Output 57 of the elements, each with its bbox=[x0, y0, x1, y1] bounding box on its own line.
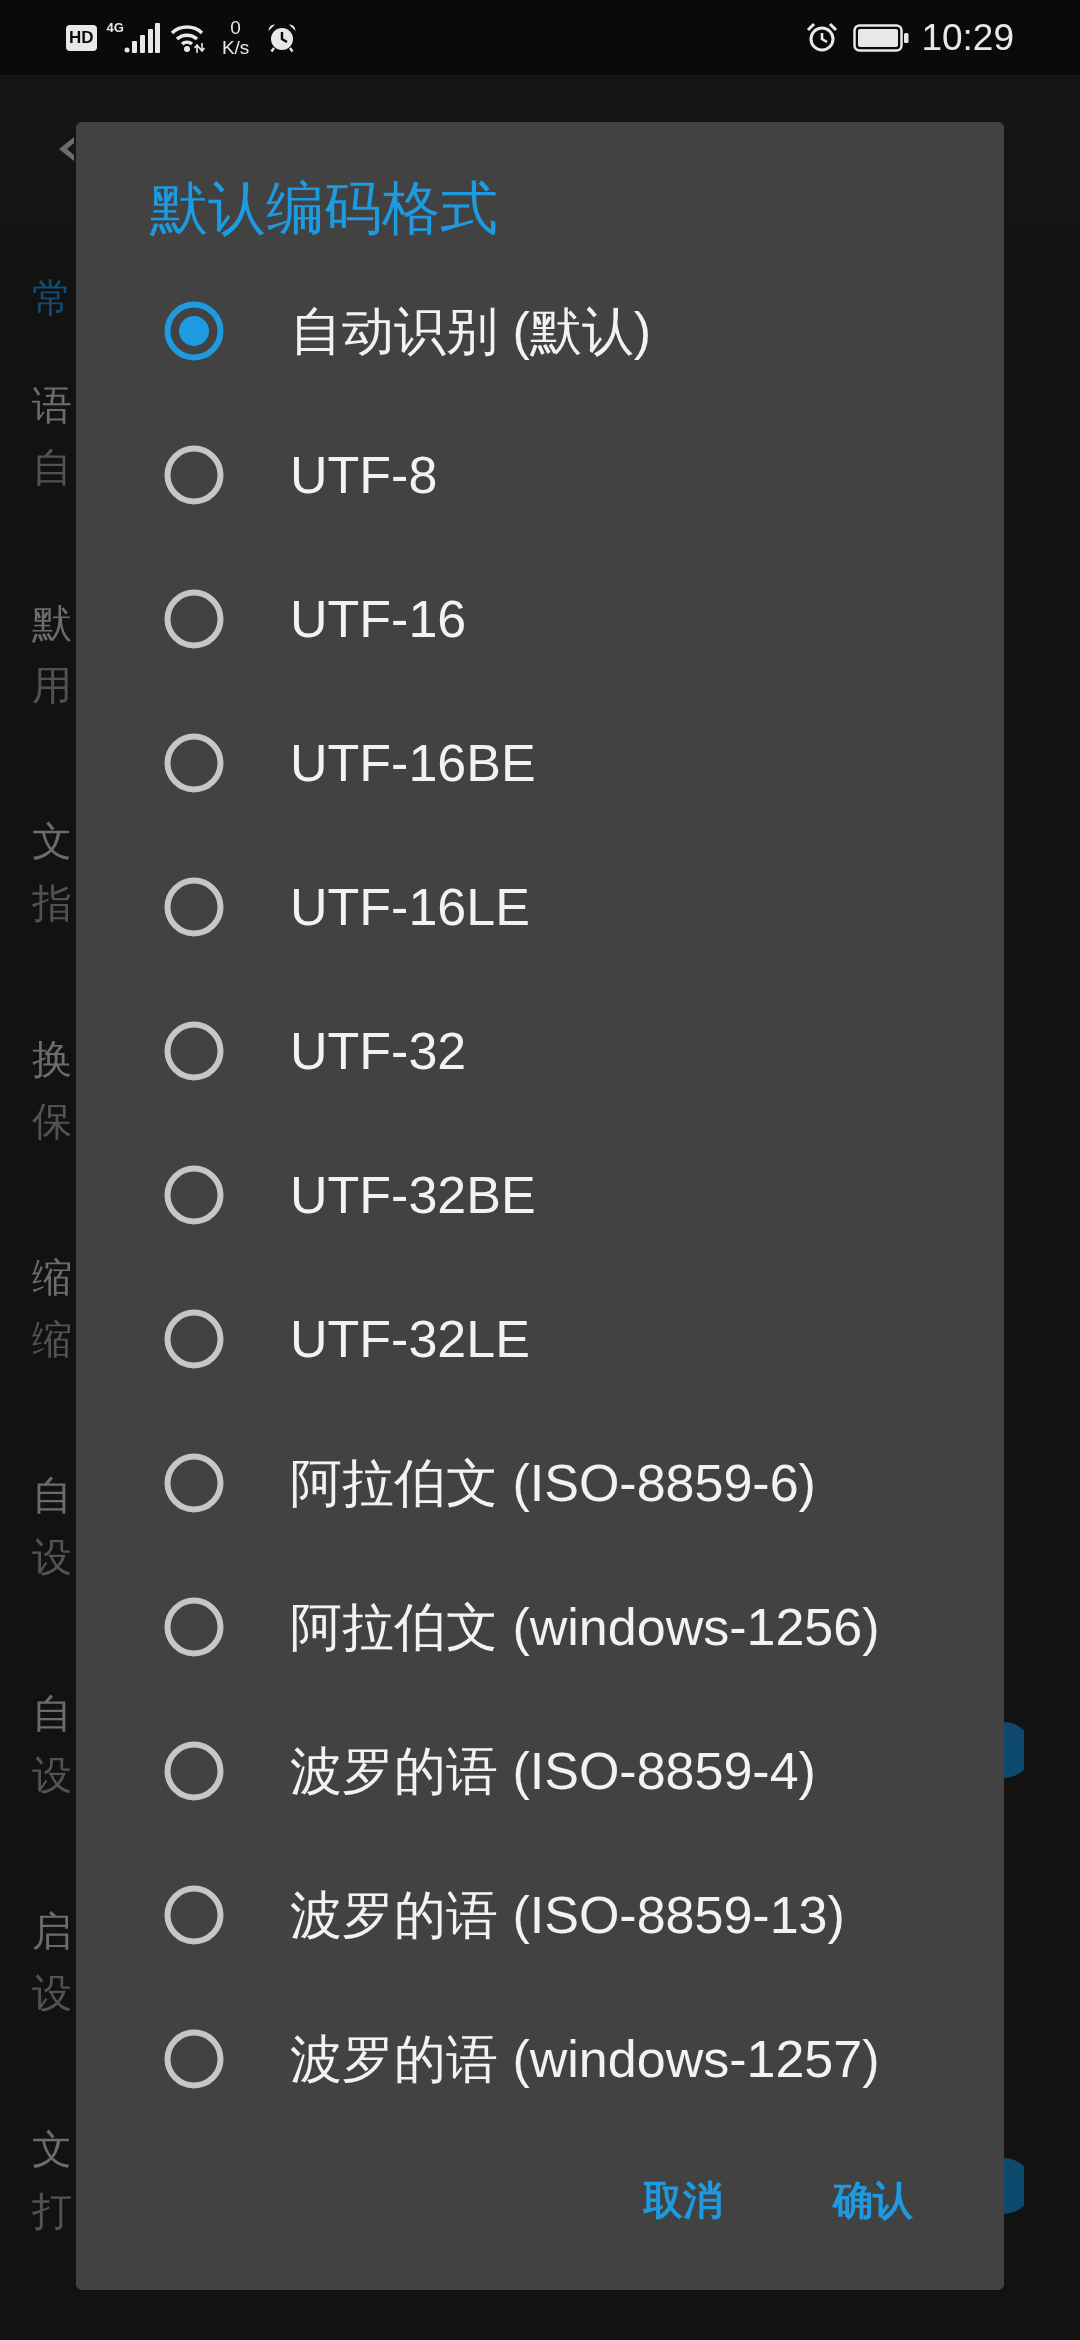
setting-title: 缩 bbox=[32, 1254, 72, 1301]
option-label[interactable]: UTF-16 bbox=[290, 587, 467, 651]
option-label[interactable]: 阿拉伯文 (ISO-8859-6) bbox=[290, 1451, 816, 1515]
radio-button[interactable] bbox=[164, 1885, 224, 1945]
radio-button[interactable] bbox=[164, 877, 224, 937]
radio-button[interactable] bbox=[164, 733, 224, 793]
option-label[interactable]: 波罗的语 (ISO-8859-4) bbox=[290, 1739, 816, 1803]
setting-title: 默 bbox=[32, 600, 72, 647]
setting-title: 文 bbox=[32, 818, 72, 865]
option-label[interactable]: 波罗的语 (ISO-8859-13) bbox=[290, 1883, 845, 1947]
setting-summary: 自 bbox=[32, 444, 72, 491]
setting-title: 语 bbox=[32, 382, 72, 429]
setting-summary: 保 bbox=[32, 1098, 72, 1145]
setting-title: 启 bbox=[32, 1908, 72, 1955]
radio-button[interactable] bbox=[164, 1453, 224, 1513]
radio-button[interactable] bbox=[164, 1309, 224, 1369]
radio-button[interactable] bbox=[164, 301, 224, 361]
option-label[interactable]: UTF-32BE bbox=[290, 1163, 536, 1227]
setting-title: 文 bbox=[32, 2126, 72, 2173]
setting-summary: 缩 bbox=[32, 1316, 72, 1363]
network-type: 4G bbox=[106, 20, 124, 35]
option-label[interactable]: UTF-16LE bbox=[290, 875, 530, 939]
dialog-title: 默认编码格式 bbox=[150, 174, 498, 242]
net-speed-value: 0 bbox=[230, 17, 241, 38]
alarm-clock-icon bbox=[267, 22, 298, 53]
net-speed-unit: K/s bbox=[221, 37, 250, 58]
radio-button[interactable] bbox=[164, 1165, 224, 1225]
signal-icon bbox=[123, 20, 160, 53]
setting-summary: 指 bbox=[32, 880, 72, 927]
wifi-icon bbox=[169, 22, 206, 53]
section-header: 常 bbox=[32, 275, 72, 322]
radio-button[interactable] bbox=[164, 2029, 224, 2089]
setting-summary: 用 bbox=[32, 662, 72, 709]
radio-button[interactable] bbox=[164, 589, 224, 649]
radio-button[interactable] bbox=[164, 445, 224, 505]
hd-badge: HD bbox=[66, 24, 97, 51]
option-label[interactable]: UTF-32 bbox=[290, 1019, 467, 1083]
clock-time: 10:29 bbox=[921, 15, 1014, 60]
option-label[interactable]: UTF-16BE bbox=[290, 731, 536, 795]
option-label[interactable]: UTF-32LE bbox=[290, 1307, 530, 1371]
option-label[interactable]: UTF-8 bbox=[290, 443, 438, 507]
radio-button[interactable] bbox=[164, 1741, 224, 1801]
option-label[interactable]: 阿拉伯文 (windows-1256) bbox=[290, 1595, 880, 1659]
setting-summary: 设 bbox=[32, 1534, 72, 1581]
setting-title: 自 bbox=[32, 1690, 72, 1737]
option-label[interactable]: 自动识别 (默认) bbox=[290, 299, 652, 363]
back-arrow-icon[interactable] bbox=[57, 135, 74, 163]
radio-button[interactable] bbox=[164, 1597, 224, 1657]
setting-summary: 打 bbox=[32, 2188, 72, 2235]
battery-icon bbox=[853, 23, 910, 52]
radio-button[interactable] bbox=[164, 1021, 224, 1081]
setting-title: 自 bbox=[32, 1472, 72, 1519]
alarm-clock-icon bbox=[806, 21, 839, 54]
setting-title: 换 bbox=[32, 1036, 72, 1083]
option-label[interactable]: 波罗的语 (windows-1257) bbox=[290, 2027, 880, 2091]
setting-summary: 设 bbox=[32, 1970, 72, 2017]
setting-summary: 设 bbox=[32, 1752, 72, 1799]
